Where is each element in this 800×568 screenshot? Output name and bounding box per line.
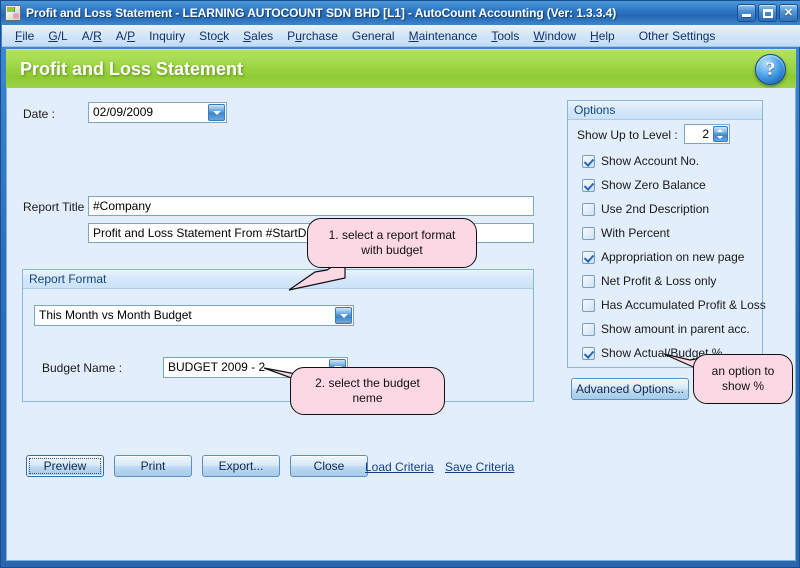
date-value: 02/09/2009 [93, 105, 154, 119]
callout-show-percent-line2: show % [721, 379, 765, 393]
checkbox-icon[interactable] [582, 226, 595, 240]
option-with-percent[interactable]: With Percent [582, 226, 670, 240]
date-label: Date : [23, 107, 56, 121]
option-label: Show Account No. [601, 154, 700, 168]
menu-item-purchase[interactable]: Purchase [280, 27, 345, 45]
report-format-group-title: Report Format [23, 270, 533, 289]
show-up-to-level-value: 2 [702, 127, 709, 141]
report-title-label: Report Title : [23, 200, 92, 214]
option-label: Show Zero Balance [601, 178, 706, 192]
close-button[interactable]: ✕ [779, 4, 798, 22]
report-format-value: This Month vs Month Budget [39, 308, 192, 322]
checkbox-icon[interactable] [582, 346, 595, 360]
close-form-button[interactable]: Close [290, 455, 368, 477]
form-client-area: Date : 02/09/2009 Report Title : #Compan… [6, 88, 796, 561]
option-show-zero-balance[interactable]: Show Zero Balance [582, 178, 706, 192]
callout-report-format-line1: 1. select a report format [328, 228, 456, 242]
budget-name-value: BUDGET 2009 - 2 [168, 360, 266, 374]
callout-show-percent-line1: an option to [711, 364, 775, 378]
option-show-amount-in-parent-acc[interactable]: Show amount in parent acc. [582, 322, 750, 336]
export-button[interactable]: Export... [202, 455, 280, 477]
budget-name-label: Budget Name : [42, 361, 123, 375]
menu-item-stock[interactable]: Stock [192, 27, 236, 45]
option-label: Has Accumulated Profit & Loss [601, 298, 766, 312]
preview-button[interactable]: Preview [26, 455, 104, 477]
caption-buttons: ✕ [737, 4, 798, 22]
page-banner: Profit and Loss Statement ? [6, 49, 796, 88]
checkbox-icon[interactable] [582, 202, 595, 216]
menu-item-other-settings[interactable]: Other Settings [632, 27, 723, 45]
callout-budget-name-line1: 2. select the budget [315, 376, 420, 390]
option-label: Use 2nd Description [601, 202, 710, 216]
title-bar: Profit and Loss Statement - LEARNING AUT… [1, 1, 800, 25]
menu-item-ap[interactable]: A/P [109, 27, 142, 45]
option-has-accumulated-profit-loss[interactable]: Has Accumulated Profit & Loss [582, 298, 766, 312]
menu-item-sales[interactable]: Sales [236, 27, 280, 45]
option-label: With Percent [601, 226, 670, 240]
option-show-account-no[interactable]: Show Account No. [582, 154, 699, 168]
checkbox-icon[interactable] [582, 322, 595, 336]
checkbox-icon[interactable] [582, 298, 595, 312]
callout-show-percent: an option to show % [693, 354, 793, 404]
menu-item-help[interactable]: Help [583, 27, 622, 45]
checkbox-icon[interactable] [582, 178, 595, 192]
menu-item-inquiry[interactable]: Inquiry [142, 27, 192, 45]
minimize-button[interactable] [737, 4, 756, 22]
menu-item-file[interactable]: FFileile [8, 27, 41, 45]
menu-item-general[interactable]: General [345, 27, 402, 45]
chevron-down-icon[interactable] [208, 104, 225, 121]
option-label: Show amount in parent acc. [601, 322, 750, 336]
callout-report-format-line2: with budget [361, 243, 423, 257]
menu-item-tools[interactable]: Tools [484, 27, 526, 45]
menu-item-maintenance[interactable]: Maintenance [402, 27, 485, 45]
option-label: Appropriation on new page [601, 250, 745, 264]
advanced-options-button[interactable]: Advanced Options... [571, 378, 689, 400]
application-icon [5, 5, 21, 21]
menu-item-window[interactable]: Window [526, 27, 583, 45]
checkbox-icon[interactable] [582, 250, 595, 264]
options-group-title: Options [568, 101, 762, 120]
checkbox-icon[interactable] [582, 154, 595, 168]
chevron-down-icon[interactable] [335, 307, 352, 324]
checkbox-icon[interactable] [582, 274, 595, 288]
menu-bar: FFileile G/L A/R A/P Inquiry Stock Sales… [2, 25, 800, 47]
maximize-button[interactable] [758, 4, 777, 22]
menu-item-ar[interactable]: A/R [75, 27, 109, 45]
window-title: Profit and Loss Statement - LEARNING AUT… [26, 6, 617, 20]
option-net-profit-loss-only[interactable]: Net Profit & Loss only [582, 274, 716, 288]
stepper-arrows-icon[interactable] [713, 126, 728, 142]
options-group: Options Show Up to Level : 2 Show Accoun… [567, 100, 766, 368]
callout-budget-name: 2. select the budget neme [290, 367, 445, 415]
report-format-select[interactable]: This Month vs Month Budget [34, 305, 354, 326]
callout-budget-name-line2: neme [352, 391, 383, 405]
callout-report-format: 1. select a report format with budget [307, 218, 477, 268]
help-glyph: ? [765, 59, 776, 80]
load-criteria-link[interactable]: Load Criteria [365, 460, 434, 474]
show-up-to-level-stepper[interactable]: 2 [684, 124, 730, 144]
menu-item-gl[interactable]: G/L [41, 27, 74, 45]
application-window: Profit and Loss Statement - LEARNING AUT… [0, 0, 800, 568]
report-title-input[interactable]: #Company [88, 196, 534, 216]
option-use-2nd-description[interactable]: Use 2nd Description [582, 202, 709, 216]
page-title: Profit and Loss Statement [20, 58, 244, 79]
print-button[interactable]: Print [114, 455, 192, 477]
option-label: Net Profit & Loss only [601, 274, 717, 288]
option-appropriation-on-new-page[interactable]: Appropriation on new page [582, 250, 744, 264]
date-input[interactable]: 02/09/2009 [88, 102, 227, 123]
help-icon[interactable]: ? [755, 54, 786, 85]
show-up-to-level-label: Show Up to Level : [577, 128, 678, 142]
save-criteria-link[interactable]: Save Criteria [445, 460, 514, 474]
